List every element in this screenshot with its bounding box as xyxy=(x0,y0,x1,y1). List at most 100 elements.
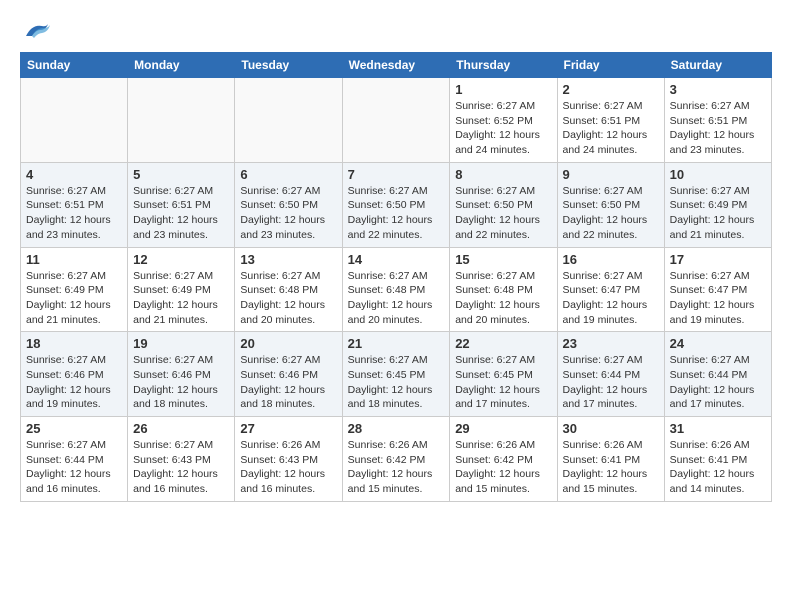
calendar-cell xyxy=(235,78,342,163)
calendar-cell: 17 Sunrise: 6:27 AM Sunset: 6:47 PM Dayli… xyxy=(664,247,771,332)
day-number: 12 xyxy=(133,252,229,267)
day-info: Sunrise: 6:26 AM Sunset: 6:43 PM Dayligh… xyxy=(240,438,336,497)
weekday-header-friday: Friday xyxy=(557,53,664,78)
day-number: 21 xyxy=(348,336,445,351)
day-info: Sunrise: 6:27 AM Sunset: 6:45 PM Dayligh… xyxy=(348,353,445,412)
calendar-cell: 5 Sunrise: 6:27 AM Sunset: 6:51 PM Daylig… xyxy=(128,162,235,247)
calendar-cell: 16 Sunrise: 6:27 AM Sunset: 6:47 PM Dayli… xyxy=(557,247,664,332)
weekday-header-monday: Monday xyxy=(128,53,235,78)
calendar-cell xyxy=(342,78,450,163)
day-number: 10 xyxy=(670,167,766,182)
calendar-cell xyxy=(21,78,128,163)
calendar-cell: 3Sunrise: 6:27 AM Sunset: 6:51 PM Daylig… xyxy=(664,78,771,163)
calendar-week-4: 18Sunrise: 6:27 AM Sunset: 6:46 PM Dayli… xyxy=(21,332,772,417)
day-number: 5 xyxy=(133,167,229,182)
calendar-cell: 9 Sunrise: 6:27 AM Sunset: 6:50 PM Daylig… xyxy=(557,162,664,247)
calendar-cell: 8 Sunrise: 6:27 AM Sunset: 6:50 PM Daylig… xyxy=(450,162,557,247)
day-info: Sunrise: 6:27 AM Sunset: 6:50 PM Dayligh… xyxy=(240,184,336,243)
day-number: 19 xyxy=(133,336,229,351)
day-info: Sunrise: 6:27 AM Sunset: 6:51 PM Dayligh… xyxy=(670,99,766,158)
day-number: 25 xyxy=(26,421,122,436)
calendar-cell: 27Sunrise: 6:26 AM Sunset: 6:43 PM Dayli… xyxy=(235,417,342,502)
calendar-header-row: SundayMondayTuesdayWednesdayThursdayFrid… xyxy=(21,53,772,78)
day-number: 8 xyxy=(455,167,551,182)
calendar-cell: 7Sunrise: 6:27 AM Sunset: 6:50 PM Daylig… xyxy=(342,162,450,247)
day-info: Sunrise: 6:27 AM Sunset: 6:44 PM Dayligh… xyxy=(26,438,122,497)
day-info: Sunrise: 6:27 AM Sunset: 6:50 PM Dayligh… xyxy=(563,184,659,243)
day-info: Sunrise: 6:27 AM Sunset: 6:44 PM Dayligh… xyxy=(670,353,766,412)
calendar-cell: 2 Sunrise: 6:27 AM Sunset: 6:51 PM Daylig… xyxy=(557,78,664,163)
day-number: 31 xyxy=(670,421,766,436)
weekday-header-wednesday: Wednesday xyxy=(342,53,450,78)
calendar-cell: 23 Sunrise: 6:27 AM Sunset: 6:44 PM Dayli… xyxy=(557,332,664,417)
day-number: 6 xyxy=(240,167,336,182)
calendar-cell: 14 Sunrise: 6:27 AM Sunset: 6:48 PM Dayli… xyxy=(342,247,450,332)
day-info: Sunrise: 6:27 AM Sunset: 6:45 PM Dayligh… xyxy=(455,353,551,412)
day-number: 29 xyxy=(455,421,551,436)
day-number: 20 xyxy=(240,336,336,351)
calendar-cell: 25 Sunrise: 6:27 AM Sunset: 6:44 PM Dayli… xyxy=(21,417,128,502)
day-info: Sunrise: 6:27 AM Sunset: 6:46 PM Dayligh… xyxy=(240,353,336,412)
day-info: Sunrise: 6:27 AM Sunset: 6:47 PM Dayligh… xyxy=(563,269,659,328)
weekday-header-sunday: Sunday xyxy=(21,53,128,78)
calendar-week-1: 1 Sunrise: 6:27 AM Sunset: 6:52 PM Daylig… xyxy=(21,78,772,163)
day-info: Sunrise: 6:27 AM Sunset: 6:49 PM Dayligh… xyxy=(670,184,766,243)
day-number: 11 xyxy=(26,252,122,267)
calendar-cell: 22Sunrise: 6:27 AM Sunset: 6:45 PM Dayli… xyxy=(450,332,557,417)
logo-bird-icon xyxy=(22,20,50,42)
day-info: Sunrise: 6:27 AM Sunset: 6:49 PM Dayligh… xyxy=(133,269,229,328)
day-info: Sunrise: 6:26 AM Sunset: 6:41 PM Dayligh… xyxy=(670,438,766,497)
calendar-cell xyxy=(128,78,235,163)
day-number: 23 xyxy=(563,336,659,351)
calendar-cell: 21 Sunrise: 6:27 AM Sunset: 6:45 PM Dayli… xyxy=(342,332,450,417)
weekday-header-saturday: Saturday xyxy=(664,53,771,78)
day-number: 14 xyxy=(348,252,445,267)
day-number: 2 xyxy=(563,82,659,97)
day-number: 28 xyxy=(348,421,445,436)
calendar-cell: 19 Sunrise: 6:27 AM Sunset: 6:46 PM Dayli… xyxy=(128,332,235,417)
day-number: 17 xyxy=(670,252,766,267)
calendar-cell: 13 Sunrise: 6:27 AM Sunset: 6:48 PM Dayli… xyxy=(235,247,342,332)
day-info: Sunrise: 6:27 AM Sunset: 6:47 PM Dayligh… xyxy=(670,269,766,328)
day-info: Sunrise: 6:27 AM Sunset: 6:46 PM Dayligh… xyxy=(133,353,229,412)
calendar-cell: 6 Sunrise: 6:27 AM Sunset: 6:50 PM Daylig… xyxy=(235,162,342,247)
weekday-header-tuesday: Tuesday xyxy=(235,53,342,78)
day-number: 13 xyxy=(240,252,336,267)
calendar-cell: 20 Sunrise: 6:27 AM Sunset: 6:46 PM Dayli… xyxy=(235,332,342,417)
calendar-cell: 18Sunrise: 6:27 AM Sunset: 6:46 PM Dayli… xyxy=(21,332,128,417)
day-info: Sunrise: 6:27 AM Sunset: 6:48 PM Dayligh… xyxy=(240,269,336,328)
calendar-cell: 1 Sunrise: 6:27 AM Sunset: 6:52 PM Daylig… xyxy=(450,78,557,163)
calendar-cell: 28 Sunrise: 6:26 AM Sunset: 6:42 PM Dayli… xyxy=(342,417,450,502)
day-number: 1 xyxy=(455,82,551,97)
logo xyxy=(20,20,52,42)
day-info: Sunrise: 6:26 AM Sunset: 6:42 PM Dayligh… xyxy=(348,438,445,497)
day-number: 7 xyxy=(348,167,445,182)
day-number: 15 xyxy=(455,252,551,267)
day-info: Sunrise: 6:27 AM Sunset: 6:48 PM Dayligh… xyxy=(455,269,551,328)
day-info: Sunrise: 6:27 AM Sunset: 6:52 PM Dayligh… xyxy=(455,99,551,158)
day-info: Sunrise: 6:27 AM Sunset: 6:43 PM Dayligh… xyxy=(133,438,229,497)
calendar-cell: 15 Sunrise: 6:27 AM Sunset: 6:48 PM Dayli… xyxy=(450,247,557,332)
calendar-cell: 24Sunrise: 6:27 AM Sunset: 6:44 PM Dayli… xyxy=(664,332,771,417)
calendar-cell: 10 Sunrise: 6:27 AM Sunset: 6:49 PM Dayli… xyxy=(664,162,771,247)
calendar-cell: 31 Sunrise: 6:26 AM Sunset: 6:41 PM Dayli… xyxy=(664,417,771,502)
calendar-week-2: 4 Sunrise: 6:27 AM Sunset: 6:51 PM Daylig… xyxy=(21,162,772,247)
day-info: Sunrise: 6:27 AM Sunset: 6:51 PM Dayligh… xyxy=(26,184,122,243)
calendar-cell: 4 Sunrise: 6:27 AM Sunset: 6:51 PM Daylig… xyxy=(21,162,128,247)
day-info: Sunrise: 6:27 AM Sunset: 6:51 PM Dayligh… xyxy=(563,99,659,158)
day-info: Sunrise: 6:26 AM Sunset: 6:41 PM Dayligh… xyxy=(563,438,659,497)
day-number: 16 xyxy=(563,252,659,267)
day-number: 26 xyxy=(133,421,229,436)
day-info: Sunrise: 6:27 AM Sunset: 6:49 PM Dayligh… xyxy=(26,269,122,328)
day-number: 4 xyxy=(26,167,122,182)
calendar-table: SundayMondayTuesdayWednesdayThursdayFrid… xyxy=(20,52,772,502)
day-info: Sunrise: 6:27 AM Sunset: 6:50 PM Dayligh… xyxy=(455,184,551,243)
day-number: 9 xyxy=(563,167,659,182)
calendar-cell: 12 Sunrise: 6:27 AM Sunset: 6:49 PM Dayli… xyxy=(128,247,235,332)
weekday-header-thursday: Thursday xyxy=(450,53,557,78)
day-info: Sunrise: 6:27 AM Sunset: 6:48 PM Dayligh… xyxy=(348,269,445,328)
day-info: Sunrise: 6:27 AM Sunset: 6:51 PM Dayligh… xyxy=(133,184,229,243)
day-info: Sunrise: 6:27 AM Sunset: 6:44 PM Dayligh… xyxy=(563,353,659,412)
calendar-cell: 26 Sunrise: 6:27 AM Sunset: 6:43 PM Dayli… xyxy=(128,417,235,502)
calendar-week-3: 11 Sunrise: 6:27 AM Sunset: 6:49 PM Dayli… xyxy=(21,247,772,332)
